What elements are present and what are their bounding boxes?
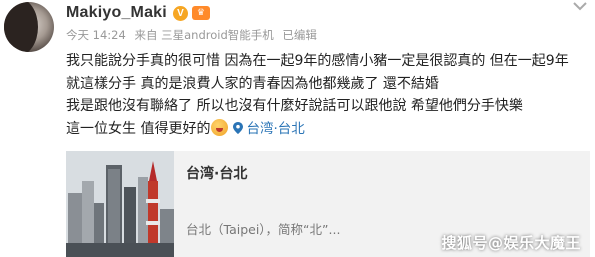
post-header: Makiyo_Maki V ♛ [66,3,210,23]
post-line: 我是跟他沒有聯絡了 所以也沒有什麼好說話可以跟他說 希望他們分手快樂 [66,98,523,114]
post-meta: 今天 14:24 来自 三星android智能手机 已编辑 [66,27,322,43]
location-card-description: 台北（Taipei），简称“北”... [186,222,341,237]
post-line-text: 這一位女生 值得更好的 [66,120,211,137]
location-card-title: 台湾·台北 [186,166,248,182]
edited-label[interactable]: 已编辑 [282,28,317,42]
location-link[interactable]: 台湾·台北 [233,120,305,137]
username[interactable]: Makiyo_Maki [66,4,167,22]
verified-icon: V [172,5,188,21]
location-pin-icon [233,121,244,134]
post-line: 我只能說分手真的很可惜 因為在一起9年的感情小豬一定是很認真的 但在一起9年 [66,53,569,69]
post-text: 我只能說分手真的很可惜 因為在一起9年的感情小豬一定是很認真的 但在一起9年 就… [66,50,590,140]
post-line-last: 這一位女生 值得更好的 台湾·台北 [66,118,590,141]
avatar[interactable] [4,2,54,52]
level-badge-icon: ♛ [191,6,210,20]
post-line: 就這樣分手 真的是浪費人家的青春因為他都幾歲了 還不結婚 [66,75,439,92]
post-source: 来自 三星android智能手机 [134,28,274,42]
location-text: 台湾·台北 [246,120,305,137]
blush-emoji-icon [211,118,229,136]
location-thumbnail [66,151,174,257]
chevron-down-icon[interactable] [571,0,589,12]
watermark: 搜狐号@娱乐大魔王 [441,234,581,252]
post-time[interactable]: 今天 14:24 [66,28,126,42]
